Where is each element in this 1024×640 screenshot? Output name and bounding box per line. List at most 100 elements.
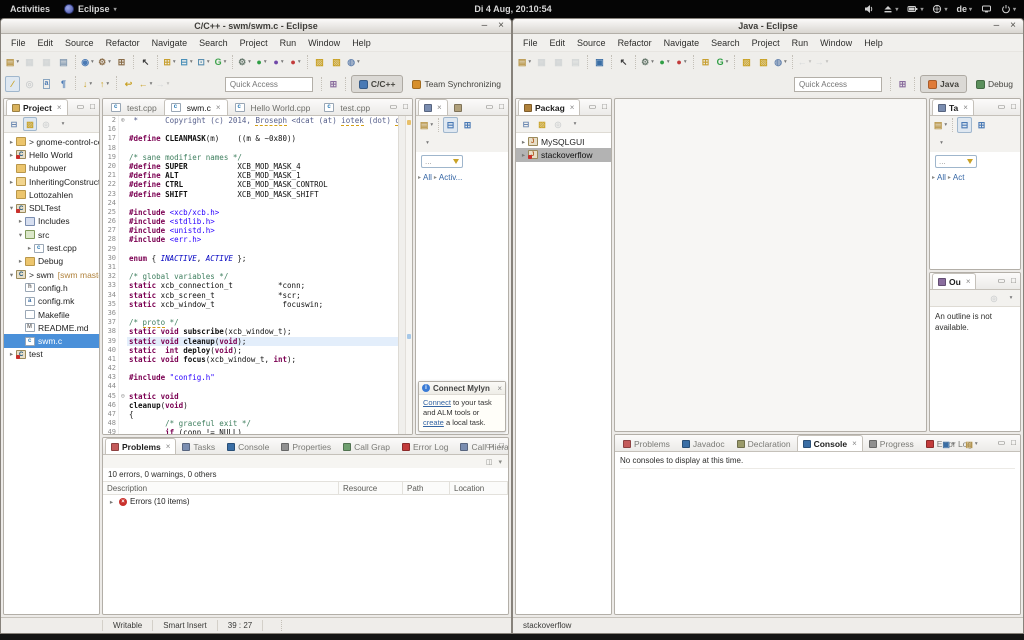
code-line-33[interactable]: 33static xcb_connection_t *conn; <box>103 281 398 290</box>
code-line-23[interactable]: 23#define SHIFT XCB_MOD_MASK_SHIFT <box>103 190 398 199</box>
create-task-link[interactable]: create <box>423 418 444 427</box>
categorized-view-icon[interactable]: ⊟ <box>957 117 972 133</box>
menu-help[interactable]: Help <box>346 36 377 50</box>
close-icon[interactable]: × <box>966 277 971 286</box>
menu-navigate[interactable]: Navigate <box>658 36 706 50</box>
code-line-28[interactable]: 28#include <err.h> <box>103 235 398 244</box>
code-line-32[interactable]: 32/* global variables */ <box>103 272 398 281</box>
menu-edit[interactable]: Edit <box>544 36 572 50</box>
editor-scrollbar[interactable] <box>398 116 405 434</box>
scheduled-view-icon[interactable]: ⊞ <box>460 117 475 133</box>
new-source-folder-icon[interactable]: ⊟▾ <box>179 54 194 70</box>
view-menu-icon[interactable]: ▾ <box>1003 291 1017 305</box>
build-icon[interactable]: ⚙▾ <box>97 54 112 70</box>
tab-project-explorer[interactable]: Project × <box>6 99 68 115</box>
view-menu-icon[interactable]: ▾ <box>55 117 69 131</box>
tree-item-includes[interactable]: ▸Includes <box>4 215 99 228</box>
open-folder-icon[interactable]: ▨ <box>312 54 327 70</box>
menu-source[interactable]: Source <box>571 36 612 50</box>
column-header-location[interactable]: Location <box>450 482 508 494</box>
menu-refactor[interactable]: Refactor <box>100 36 146 50</box>
open-resource-icon[interactable]: ▧ <box>329 54 344 70</box>
tree-item-src[interactable]: ▾src <box>4 228 99 241</box>
tree-item-readme-md[interactable]: README.md <box>4 321 99 334</box>
new-java-project-icon[interactable]: ⊞ <box>698 54 713 70</box>
minimize-button[interactable]: – <box>482 22 488 30</box>
debug-icon[interactable]: ⚙▾ <box>237 54 252 70</box>
screen-icon[interactable] <box>981 4 992 14</box>
tab-task-list[interactable]: Ta × <box>932 99 974 115</box>
tree-expand-icon[interactable]: ▾ <box>7 271 16 279</box>
task-filter-box[interactable]: ... <box>935 155 977 168</box>
open-type-icon[interactable]: ▧ <box>756 54 771 70</box>
filter-activated-link[interactable]: Act <box>953 173 965 182</box>
menu-run[interactable]: Run <box>274 36 303 50</box>
perspective-java[interactable]: Java <box>920 75 967 93</box>
tree-item-mysqlgui[interactable]: ▸MySQLGUI <box>516 135 611 148</box>
display-selected-console-icon[interactable]: ▤▾ <box>964 438 979 450</box>
tab-problems[interactable]: Problems <box>617 435 676 451</box>
tab-properties[interactable]: Properties <box>275 438 337 454</box>
code-line-47[interactable]: 47{ <box>103 410 398 419</box>
code-line-37[interactable]: 37/* proto */ <box>103 318 398 327</box>
tab-problems[interactable]: Problems× <box>105 438 176 454</box>
close-icon[interactable]: × <box>166 442 171 451</box>
filter-all-link[interactable]: All <box>937 173 946 182</box>
tree-item-config-h[interactable]: config.h <box>4 281 99 294</box>
new-task-icon[interactable]: ▤▾ <box>419 117 434 133</box>
coverage-icon[interactable]: ●▾ <box>271 54 286 70</box>
overview-ruler[interactable] <box>405 116 412 434</box>
build-all-icon[interactable]: ⊞ <box>114 54 129 70</box>
tree-item-test-cpp[interactable]: ▸test.cpp <box>4 241 99 254</box>
title-bar[interactable]: C/C++ - swm/swm.c - Eclipse – × <box>1 19 511 34</box>
minimize-view-icon[interactable]: ▭ <box>998 438 1006 447</box>
occurrence-marker[interactable] <box>407 334 411 339</box>
run-icon[interactable]: ●▾ <box>254 54 269 70</box>
code-line-39[interactable]: 39static void cleanup(void); <box>103 337 398 346</box>
tree-item-swm[interactable]: ▾> swm[swm master] <box>4 268 99 281</box>
code-line-22[interactable]: 22#define CTRL XCB_MOD_MASK_CONTROL <box>103 180 398 189</box>
code-line-45[interactable]: 45⊖static void <box>103 392 398 401</box>
fold-toggle-icon[interactable]: ⊖ <box>118 392 127 401</box>
menu-window[interactable]: Window <box>814 36 858 50</box>
categorized-view-icon[interactable]: ⊟ <box>443 117 458 133</box>
code-line-16[interactable]: 16 <box>103 125 398 134</box>
new-class-icon[interactable]: ⊡▾ <box>196 54 211 70</box>
collapse-all-icon[interactable]: ⊟ <box>519 117 533 131</box>
clock[interactable]: Di 4 Aug, 20:10:54 <box>474 4 551 14</box>
problems-table-header[interactable]: DescriptionResourcePathLocation <box>103 481 508 495</box>
quick-access-input[interactable] <box>225 77 313 92</box>
tree-item-hello-world[interactable]: ▸Hello World <box>4 148 99 161</box>
menu-search[interactable]: Search <box>193 36 234 50</box>
minimize-view-icon[interactable]: ▭ <box>77 102 85 111</box>
perspective-team-synchronizing[interactable]: Team Synchronizing <box>405 75 508 93</box>
tree-expand-icon[interactable]: ▾ <box>7 204 16 212</box>
tree-expand-icon[interactable]: ▸ <box>16 217 25 225</box>
close-icon[interactable]: × <box>57 103 62 112</box>
maximize-view-icon[interactable]: □ <box>90 102 95 111</box>
tab-declaration[interactable]: Declaration <box>731 435 797 451</box>
tree-expand-icon[interactable]: ▸ <box>7 151 16 159</box>
minimize-view-icon[interactable]: ▭ <box>589 102 597 111</box>
tree-expand-icon[interactable]: ▸ <box>16 257 25 265</box>
editor-tab-test-cpp[interactable]: test.cpp <box>317 99 377 115</box>
menu-window[interactable]: Window <box>302 36 346 50</box>
maximize-view-icon[interactable]: □ <box>602 102 607 111</box>
link-with-editor-icon[interactable]: ▨ <box>535 117 549 131</box>
open-console-icon[interactable]: ▣ <box>592 54 607 70</box>
maximize-view-icon[interactable]: □ <box>1011 276 1016 285</box>
tree-expand-icon[interactable]: ▸ <box>25 244 34 252</box>
tab-tasks[interactable]: Tasks <box>176 438 221 454</box>
close-icon[interactable]: × <box>570 103 575 112</box>
last-edit-location-icon[interactable]: ↩ <box>121 76 136 92</box>
tree-expand-icon[interactable]: ▸ <box>7 178 16 186</box>
minimize-view-icon[interactable]: ▭ <box>998 276 1006 285</box>
tree-item-makefile[interactable]: Makefile <box>4 308 99 321</box>
editor-tab-hello-world-cpp[interactable]: Hello World.cpp <box>228 99 318 115</box>
minimize-view-icon[interactable]: ▭ <box>486 102 494 111</box>
code-template-icon[interactable]: G▾ <box>213 54 228 70</box>
view-menu-icon[interactable]: ▾ <box>419 135 434 151</box>
minimize-button[interactable]: – <box>994 22 1000 30</box>
problems-errors-row[interactable]: ▸ × Errors (10 items) <box>103 495 508 508</box>
new-class-icon[interactable]: G▾ <box>715 54 730 70</box>
